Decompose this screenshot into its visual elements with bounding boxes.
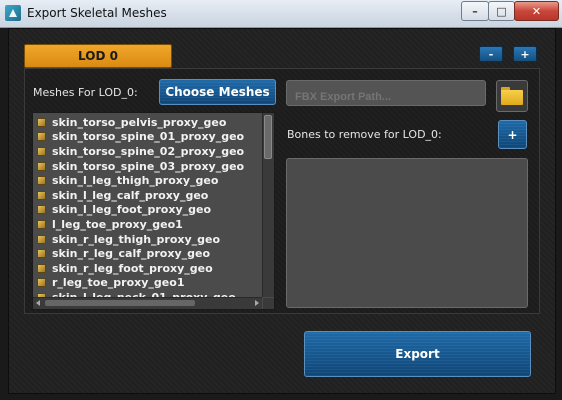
mesh-list-item[interactable]: skin_torso_spine_02_proxy_geo <box>33 144 262 159</box>
minimize-button[interactable]: – <box>461 1 489 21</box>
mesh-item-label: skin_l_leg_thigh_proxy_geo <box>52 174 219 188</box>
close-button[interactable]: ✕ <box>514 1 559 21</box>
mesh-item-label: skin_torso_spine_03_proxy_geo <box>52 159 245 173</box>
choose-meshes-button[interactable]: Choose Meshes <box>159 79 276 105</box>
browse-folder-button[interactable] <box>496 80 528 112</box>
mesh-list-item[interactable]: skin_r_leg_foot_proxy_geo <box>33 261 262 276</box>
mesh-icon <box>37 146 46 156</box>
mesh-list-item[interactable]: skin_l_leg_foot_proxy_geo <box>33 203 262 218</box>
mesh-item-label: skin_l_leg_foot_proxy_geo <box>52 203 212 217</box>
add-lod-button[interactable]: + <box>513 46 537 62</box>
mesh-item-label: skin_r_leg_calf_proxy_geo <box>52 247 211 261</box>
horizontal-scrollbar-thumb[interactable] <box>45 300 195 306</box>
scroll-right-arrow-icon[interactable] <box>255 300 259 306</box>
mesh-icon <box>37 176 46 186</box>
mesh-icon <box>37 132 46 142</box>
mesh-icon <box>37 234 46 244</box>
mesh-item-label: r_leg_toe_proxy_geo1 <box>52 276 185 290</box>
mesh-list-item[interactable]: skin_torso_spine_03_proxy_geo <box>33 159 262 174</box>
mesh-list-item[interactable]: skin_l_leg_calf_proxy_geo <box>33 188 262 203</box>
mesh-icon <box>37 219 46 229</box>
app-icon <box>5 5 21 21</box>
mesh-item-label: skin_r_leg_foot_proxy_geo <box>52 261 213 275</box>
mesh-icon <box>37 278 46 288</box>
horizontal-scrollbar[interactable] <box>33 297 262 309</box>
mesh-item-label: skin_torso_spine_02_proxy_geo <box>52 144 245 158</box>
window-title: Export Skeletal Meshes <box>27 6 167 20</box>
mesh-list-item[interactable]: r_leg_toe_proxy_geo1 <box>33 276 262 291</box>
mesh-item-label: skin_torso_pelvis_proxy_geo <box>52 115 227 129</box>
mesh-list-item[interactable]: l_leg_toe_proxy_geo1 <box>33 217 262 232</box>
mesh-icon <box>37 117 46 127</box>
mesh-list-item[interactable]: skin_r_leg_calf_proxy_geo <box>33 246 262 261</box>
mesh-icon <box>37 205 46 215</box>
bones-to-remove-list[interactable] <box>286 158 528 308</box>
title-bar[interactable]: Export Skeletal Meshes – □ ✕ <box>0 0 562 28</box>
meshes-label: Meshes For LOD_0: <box>33 86 138 99</box>
mesh-icon <box>37 263 46 273</box>
export-button[interactable]: Export <box>304 331 531 377</box>
mesh-icon <box>37 161 46 171</box>
maximize-button[interactable]: □ <box>488 1 515 21</box>
mesh-item-label: l_leg_toe_proxy_geo1 <box>52 217 183 231</box>
remove-lod-button[interactable]: - <box>479 46 503 62</box>
mesh-icon <box>37 249 46 259</box>
scrollbar-thumb[interactable] <box>264 115 272 159</box>
mesh-items: skin_torso_pelvis_proxy_geo skin_torso_sp… <box>33 115 262 305</box>
export-skeletal-meshes-window: Export Skeletal Meshes – □ ✕ LOD 0 - + M… <box>0 0 562 400</box>
mesh-item-label: skin_torso_spine_01_proxy_geo <box>52 130 245 144</box>
vertical-scrollbar[interactable] <box>262 113 274 297</box>
mesh-icon <box>37 190 46 200</box>
scroll-corner <box>263 298 274 309</box>
bones-label: Bones to remove for LOD_0: <box>287 128 442 141</box>
fbx-export-path-input[interactable] <box>286 80 486 106</box>
mesh-list-item[interactable]: skin_r_leg_thigh_proxy_geo <box>33 232 262 247</box>
lod-tab[interactable]: LOD 0 <box>24 44 172 68</box>
mesh-list-item[interactable]: skin_torso_pelvis_proxy_geo <box>33 115 262 130</box>
mesh-item-label: skin_r_leg_thigh_proxy_geo <box>52 232 221 246</box>
add-bone-button[interactable]: + <box>498 120 527 149</box>
mesh-item-label: skin_l_leg_calf_proxy_geo <box>52 188 209 202</box>
mesh-list[interactable]: skin_torso_pelvis_proxy_geo skin_torso_sp… <box>32 112 275 310</box>
mesh-list-item[interactable]: skin_l_leg_thigh_proxy_geo <box>33 173 262 188</box>
scroll-left-arrow-icon[interactable] <box>36 300 40 306</box>
folder-icon <box>501 87 523 105</box>
mesh-list-item[interactable]: skin_torso_spine_01_proxy_geo <box>33 130 262 145</box>
